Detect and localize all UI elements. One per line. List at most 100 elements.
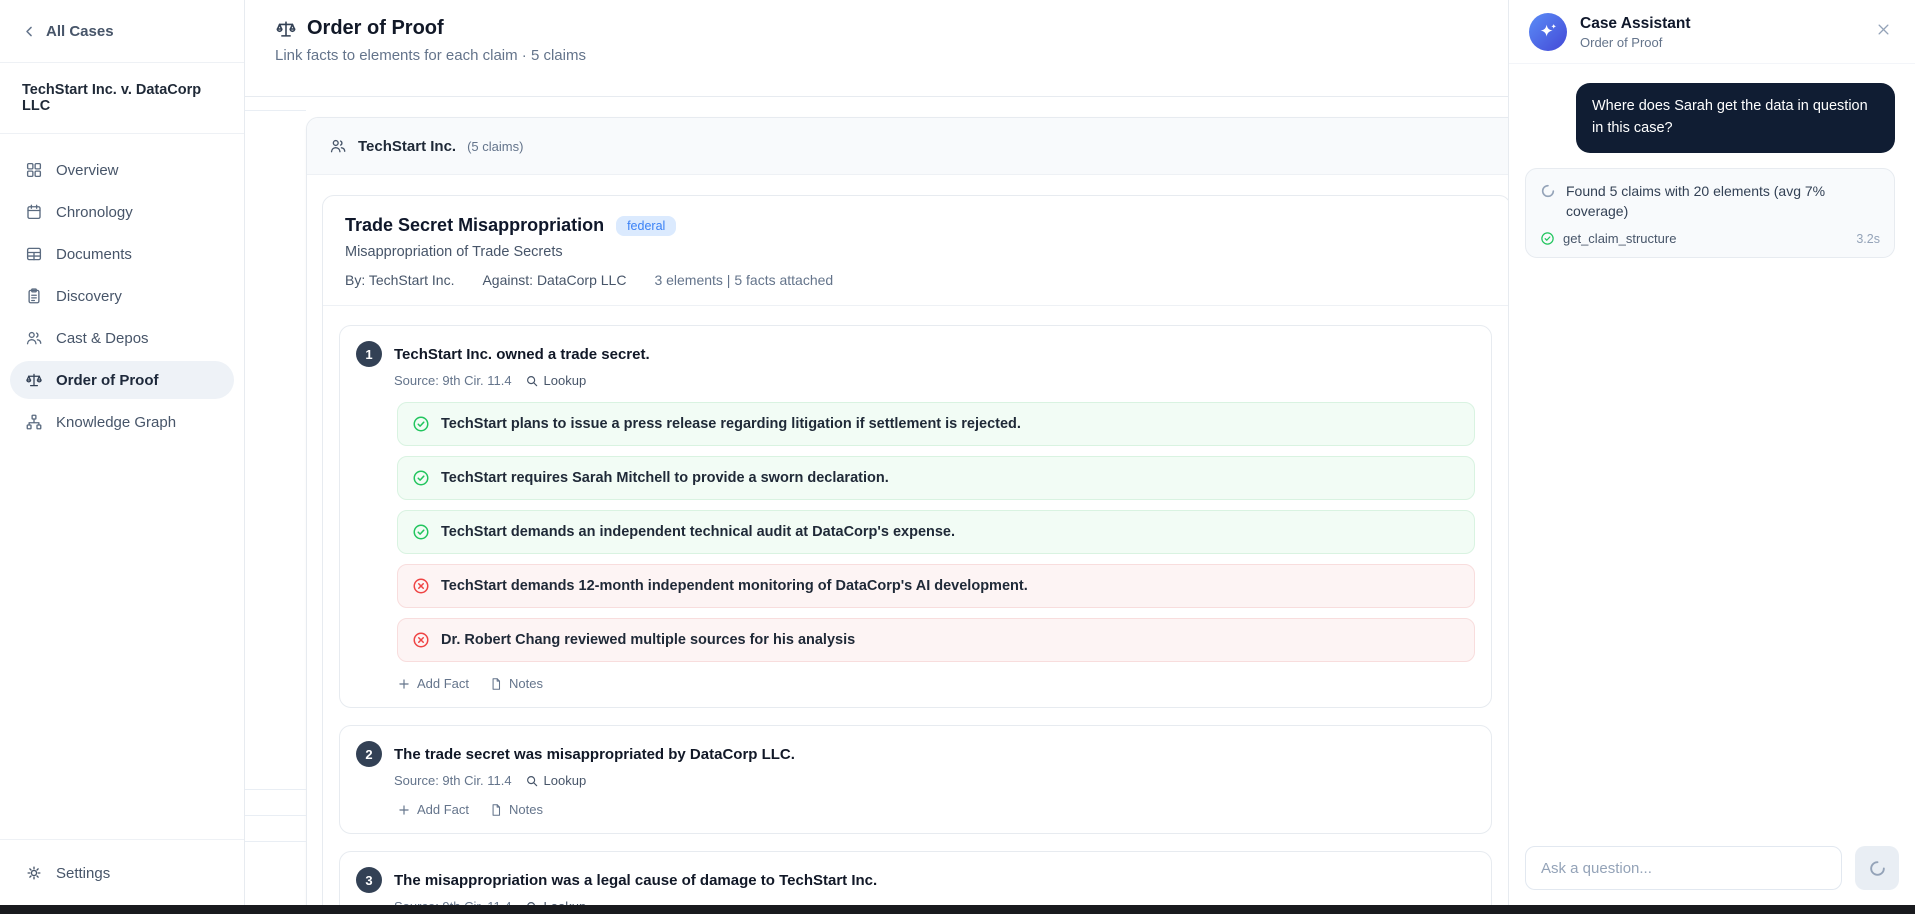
fact-text: TechStart plans to issue a press release… [441, 416, 1021, 432]
ask-question-input[interactable] [1525, 846, 1842, 890]
scales-icon [275, 18, 297, 40]
element-number: 3 [356, 867, 382, 893]
claim-header: Trade Secret Misappropriation federal Mi… [323, 196, 1508, 306]
assistant-avatar [1529, 13, 1567, 51]
back-to-all-cases-button[interactable]: All Cases [0, 0, 244, 63]
spinner-icon [1540, 183, 1556, 199]
group-claims-count: (5 claims) [467, 138, 524, 154]
sidebar-item-documents[interactable]: Documents [10, 235, 234, 273]
fact-row[interactable]: TechStart demands an independent technic… [397, 510, 1475, 554]
document-icon [489, 677, 503, 691]
plus-icon [397, 677, 411, 691]
assistant-panel: Case Assistant Order of Proof Where does… [1508, 0, 1915, 914]
chevron-left-icon [22, 24, 37, 39]
claims-group-card: TechStart Inc. (5 claims) Trade Secret M… [306, 117, 1508, 914]
window-bottom-edge [0, 905, 1915, 914]
tool-result-text: Found 5 claims with 20 elements (avg 7% … [1566, 182, 1826, 219]
sidebar-item-chronology[interactable]: Chronology [10, 193, 234, 231]
scales-icon [25, 371, 43, 389]
send-button[interactable] [1855, 846, 1899, 890]
elements-list: 1 TechStart Inc. owned a trade secret. Sou… [323, 306, 1508, 914]
gear-icon [25, 864, 43, 882]
page-header: Order of Proof Link facts to elements fo… [245, 0, 1508, 97]
case-title: TechStart Inc. v. DataCorp LLC [0, 63, 244, 134]
claim-against: Against: DataCorp LLC [482, 272, 627, 288]
check-circle-icon [412, 523, 430, 541]
spinner-icon [1868, 859, 1887, 878]
search-icon [525, 774, 539, 788]
claim-subtitle: Misappropriation of Trade Secrets [345, 244, 563, 260]
close-panel-button[interactable] [1872, 18, 1895, 46]
sidebar-item-label: Knowledge Graph [56, 413, 177, 431]
settings-button[interactable]: Settings [14, 856, 230, 890]
sidebar: All Cases TechStart Inc. v. DataCorp LLC… [0, 0, 245, 914]
people-icon [329, 137, 347, 155]
lookup-button[interactable]: Lookup [525, 373, 586, 388]
search-icon [525, 374, 539, 388]
tool-result-card: Found 5 claims with 20 elements (avg 7% … [1525, 167, 1895, 259]
fact-row[interactable]: TechStart demands 12-month independent m… [397, 564, 1475, 608]
element-title: The misappropriation was a legal cause o… [394, 871, 878, 889]
fact-text: TechStart demands an independent technic… [441, 524, 956, 540]
claims-group-header[interactable]: TechStart Inc. (5 claims) [307, 118, 1508, 175]
add-fact-button[interactable]: Add Fact [397, 676, 469, 691]
sidebar-item-order-of-proof[interactable]: Order of Proof [10, 361, 234, 399]
check-circle-icon [1540, 231, 1555, 246]
element-title: TechStart Inc. owned a trade secret. [394, 345, 650, 363]
fact-row[interactable]: TechStart requires Sarah Mitchell to pro… [397, 456, 1475, 500]
sidebar-item-label: Documents [56, 245, 132, 263]
sidebar-item-overview[interactable]: Overview [10, 151, 234, 189]
background-row-divider [245, 110, 306, 111]
check-circle-icon [412, 415, 430, 433]
facts-list: TechStart plans to issue a press release… [397, 402, 1475, 662]
assistant-subtitle: Order of Proof [1580, 34, 1663, 50]
sidebar-footer: Settings [0, 839, 244, 914]
claim-title: Trade Secret Misappropriation [345, 215, 605, 235]
assistant-header: Case Assistant Order of Proof [1509, 0, 1915, 64]
element-source: Source: 9th Cir. 11.4 [394, 373, 512, 388]
page-subtitle: Link facts to elements for each claim · … [275, 47, 586, 64]
check-circle-icon [412, 469, 430, 487]
notes-button[interactable]: Notes [489, 802, 543, 817]
fact-text: Dr. Robert Chang reviewed multiple sourc… [441, 632, 856, 648]
claim-card: Trade Secret Misappropriation federal Mi… [322, 195, 1508, 914]
group-party-name: TechStart Inc. [358, 137, 457, 155]
table-icon [25, 245, 43, 263]
fact-row[interactable]: TechStart plans to issue a press release… [397, 402, 1475, 446]
assistant-title: Case Assistant [1580, 14, 1691, 32]
sidebar-item-cast-depos[interactable]: Cast & Depos [10, 319, 234, 357]
graph-icon [25, 413, 43, 431]
document-icon [489, 803, 503, 817]
claim-stats: 3 elements | 5 facts attached [654, 272, 834, 288]
sidebar-item-label: Order of Proof [56, 371, 159, 389]
lookup-button[interactable]: Lookup [525, 773, 586, 788]
x-circle-icon [412, 577, 430, 595]
sidebar-item-discovery[interactable]: Discovery [10, 277, 234, 315]
page-title: Order of Proof [307, 17, 444, 39]
grid-icon [25, 161, 43, 179]
element-card: 1 TechStart Inc. owned a trade secret. Sou… [339, 325, 1492, 708]
x-circle-icon [412, 631, 430, 649]
page-title-row: Order of Proof [275, 17, 1508, 40]
calendar-icon [25, 203, 43, 221]
fact-text: TechStart demands 12-month independent m… [441, 578, 1028, 594]
add-fact-button[interactable]: Add Fact [397, 802, 469, 817]
sidebar-item-label: Overview [56, 161, 119, 179]
background-row-divider [245, 815, 306, 816]
fact-row[interactable]: Dr. Robert Chang reviewed multiple sourc… [397, 618, 1475, 662]
element-card: 2 The trade secret was misappropriated by… [339, 725, 1492, 834]
sidebar-item-label: Chronology [56, 203, 133, 221]
sidebar-nav: Overview Chronology Documents Discovery Cast… [0, 134, 244, 839]
sidebar-item-knowledge-graph[interactable]: Knowledge Graph [10, 403, 234, 441]
people-icon [25, 329, 43, 347]
settings-label: Settings [56, 864, 111, 882]
content-area: TechStart Inc. (5 claims) Trade Secret M… [245, 97, 1508, 914]
element-number: 1 [356, 341, 382, 367]
sidebar-item-label: Discovery [56, 287, 122, 305]
background-row-divider [245, 841, 306, 842]
sparkle-icon [1537, 21, 1559, 43]
notes-button[interactable]: Notes [489, 676, 543, 691]
back-label: All Cases [46, 22, 114, 40]
plus-icon [397, 803, 411, 817]
tool-name: get_claim_structure [1563, 231, 1677, 247]
